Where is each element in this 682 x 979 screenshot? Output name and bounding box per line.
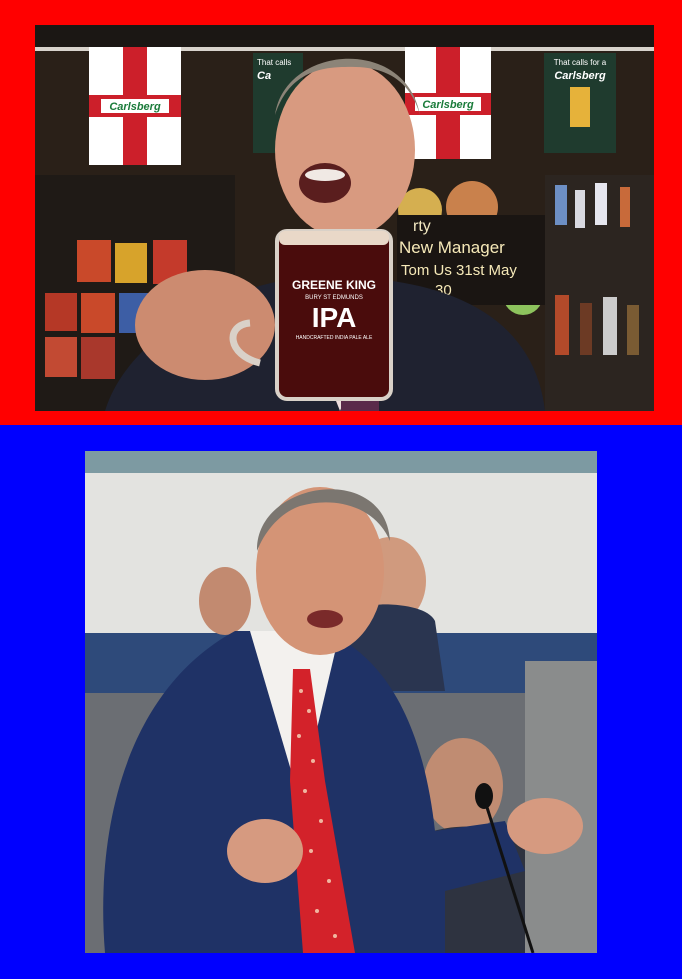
teeth: [305, 169, 345, 181]
left-hand: [227, 819, 303, 883]
bunting-flag-right: Carlsberg: [405, 47, 491, 159]
carlsberg-poster-right: That calls for a Carlsberg: [544, 53, 616, 153]
speaker-mouth: [307, 610, 343, 628]
background-person: [199, 567, 251, 635]
flag-brand: Carlsberg: [422, 99, 474, 111]
poster-line: That calls: [257, 58, 291, 67]
glass-brand: GREENE KING: [292, 278, 376, 292]
poster-line: That calls for a: [554, 58, 607, 67]
chalk-line-1: rty: [413, 218, 431, 235]
top-photo-frame: rty New Manager Tom Us 31st May 30 That …: [0, 0, 682, 425]
poster-brand: Ca: [257, 70, 271, 82]
bunting-flag-left: Carlsberg: [89, 47, 181, 165]
flag-brand: Carlsberg: [109, 101, 161, 113]
right-hand: [507, 798, 583, 854]
ceiling-strip: [85, 451, 597, 473]
beer-glass-icon: [570, 87, 590, 127]
poster-brand: Carlsberg: [554, 70, 606, 82]
ceiling-beam: [35, 25, 654, 47]
pub-scene: rty New Manager Tom Us 31st May 30 That …: [35, 25, 654, 411]
chalk-line-3: Tom Us 31st May: [401, 262, 517, 279]
pub-bar-photo: rty New Manager Tom Us 31st May 30 That …: [35, 25, 654, 411]
parliament-scene: [85, 451, 597, 953]
chalk-line-2: New Manager: [399, 238, 505, 257]
head: [275, 62, 415, 238]
glass-subline: HANDCRAFTED INDIA PALE ALE: [296, 335, 373, 341]
bottom-photo-frame: [0, 425, 682, 979]
parliament-speech-photo: [85, 451, 597, 953]
glass-brand-sub: BURY ST EDMUNDS: [305, 295, 363, 301]
glass-product: IPA: [312, 302, 357, 333]
